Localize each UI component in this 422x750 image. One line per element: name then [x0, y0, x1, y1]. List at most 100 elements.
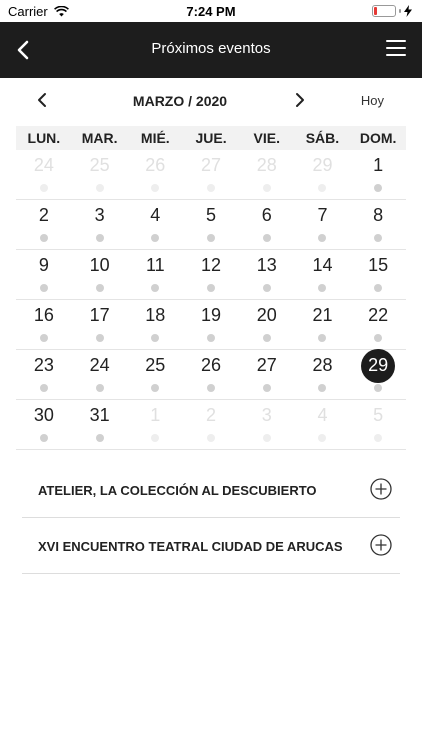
weekday-header: LUN. MAR. MIÉ. JUE. VIE. SÁB. DOM.	[16, 126, 406, 150]
day-number: 24	[89, 355, 110, 375]
event-title: XVI ENCUENTRO TEATRAL CIUDAD DE ARUCAS	[38, 539, 343, 554]
calendar-day[interactable]: 27	[183, 150, 239, 199]
calendar-day[interactable]: 3	[239, 400, 295, 449]
event-dot	[374, 334, 383, 342]
day-number: 24	[33, 155, 54, 175]
event-dot	[318, 334, 327, 342]
calendar-day[interactable]: 27	[239, 350, 295, 399]
calendar-day[interactable]: 4	[295, 400, 351, 449]
event-item[interactable]: XVI ENCUENTRO TEATRAL CIUDAD DE ARUCAS	[22, 518, 400, 574]
event-item[interactable]: ATELIER, LA COLECCIÓN AL DESCUBIERTO	[22, 462, 400, 518]
calendar-day[interactable]: 5	[350, 400, 406, 449]
calendar-day[interactable]: 24	[16, 150, 72, 199]
calendar-day[interactable]: 20	[239, 300, 295, 349]
calendar-day[interactable]: 4	[127, 200, 183, 249]
calendar-week-row: 2 3 4 5 6 7 8	[16, 200, 406, 250]
calendar-day[interactable]: 12	[183, 250, 239, 299]
day-number: 1	[150, 405, 161, 425]
day-number: 14	[312, 255, 333, 275]
calendar-day[interactable]: 24	[72, 350, 128, 399]
calendar-day[interactable]: 28	[295, 350, 351, 399]
day-number: 2	[206, 405, 217, 425]
calendar-day[interactable]: 22	[350, 300, 406, 349]
calendar-day[interactable]: 18	[127, 300, 183, 349]
day-number: 3	[94, 205, 105, 225]
calendar-day[interactable]: 21	[295, 300, 351, 349]
calendar-day[interactable]: 25	[72, 150, 128, 199]
calendar-day[interactable]: 29	[350, 349, 406, 399]
day-number: 10	[89, 255, 110, 275]
expand-plus-icon[interactable]	[370, 534, 392, 556]
calendar-day[interactable]: 25	[127, 350, 183, 399]
calendar-day[interactable]: 9	[16, 250, 72, 299]
event-dot	[39, 434, 48, 442]
calendar-day[interactable]: 26	[183, 350, 239, 399]
event-dot	[151, 334, 160, 342]
day-number: 11	[145, 255, 165, 275]
event-dot	[262, 234, 271, 242]
calendar-day[interactable]: 8	[350, 200, 406, 249]
weekday-label: LUN.	[27, 130, 61, 146]
next-month-button[interactable]	[292, 88, 308, 112]
battery-icon	[372, 5, 396, 17]
calendar-day[interactable]: 2	[16, 200, 72, 249]
day-number: 23	[33, 355, 54, 375]
calendar-day[interactable]: 28	[239, 150, 295, 199]
expand-plus-icon[interactable]	[370, 478, 392, 500]
hamburger-menu-icon	[386, 40, 406, 42]
event-dot	[207, 284, 216, 292]
calendar-day[interactable]: 3	[72, 200, 128, 249]
page-title: Próximos eventos	[151, 40, 271, 57]
month-label: MARZO / 2020	[132, 93, 228, 109]
calendar-day[interactable]: 30	[16, 400, 72, 449]
menu-button[interactable]	[386, 40, 406, 58]
day-number: 18	[145, 305, 166, 325]
day-number: 5	[206, 205, 217, 225]
calendar-day[interactable]: 17	[72, 300, 128, 349]
calendar-day[interactable]: 2	[183, 400, 239, 449]
event-dot	[95, 334, 104, 342]
day-number: 7	[317, 205, 328, 225]
calendar-day[interactable]: 1	[350, 150, 406, 199]
calendar-day[interactable]: 29	[295, 150, 351, 199]
day-number: 9	[38, 255, 49, 275]
event-dot	[318, 434, 327, 442]
event-dot	[95, 284, 104, 292]
calendar-day[interactable]: 6	[239, 200, 295, 249]
day-number: 27	[201, 155, 222, 175]
today-button[interactable]: Hoy	[361, 93, 384, 108]
calendar-day[interactable]: 19	[183, 300, 239, 349]
calendar-day[interactable]: 11	[127, 250, 183, 299]
calendar-day[interactable]: 16	[16, 300, 72, 349]
day-number: 31	[89, 405, 110, 425]
calendar-day[interactable]: 7	[295, 200, 351, 249]
previous-month-button[interactable]	[34, 88, 50, 112]
day-number: 4	[317, 405, 328, 425]
calendar-grid: 24 25 26 27 28 29 1 2 3 4 5 6 7 8 9 10 11 12 13 14 15 16 17 18 1…	[16, 150, 406, 450]
event-dot	[374, 184, 383, 192]
event-list: ATELIER, LA COLECCIÓN AL DESCUBIERTO XVI…	[22, 462, 400, 574]
weekday-label: MIÉ.	[140, 130, 170, 146]
navigation-bar: Próximos eventos	[0, 22, 422, 78]
event-title: ATELIER, LA COLECCIÓN AL DESCUBIERTO	[38, 483, 317, 498]
calendar-day[interactable]: 10	[72, 250, 128, 299]
event-dot	[374, 234, 383, 242]
day-number: 3	[261, 405, 272, 425]
chevron-left-icon	[38, 93, 46, 107]
event-dot	[318, 284, 327, 292]
day-number: 29	[368, 355, 389, 375]
calendar-day[interactable]: 13	[239, 250, 295, 299]
calendar-day[interactable]: 26	[127, 150, 183, 199]
calendar-day[interactable]: 1	[127, 400, 183, 449]
event-dot	[39, 284, 48, 292]
calendar-day[interactable]: 23	[16, 350, 72, 399]
event-dot	[95, 384, 104, 392]
calendar-day[interactable]: 15	[350, 250, 406, 299]
day-number: 21	[312, 305, 333, 325]
calendar-day[interactable]: 5	[183, 200, 239, 249]
event-dot	[374, 434, 383, 442]
calendar-day[interactable]: 31	[72, 400, 128, 449]
event-dot	[95, 234, 104, 242]
calendar-day[interactable]: 14	[295, 250, 351, 299]
weekday-label: JUE.	[195, 130, 227, 146]
